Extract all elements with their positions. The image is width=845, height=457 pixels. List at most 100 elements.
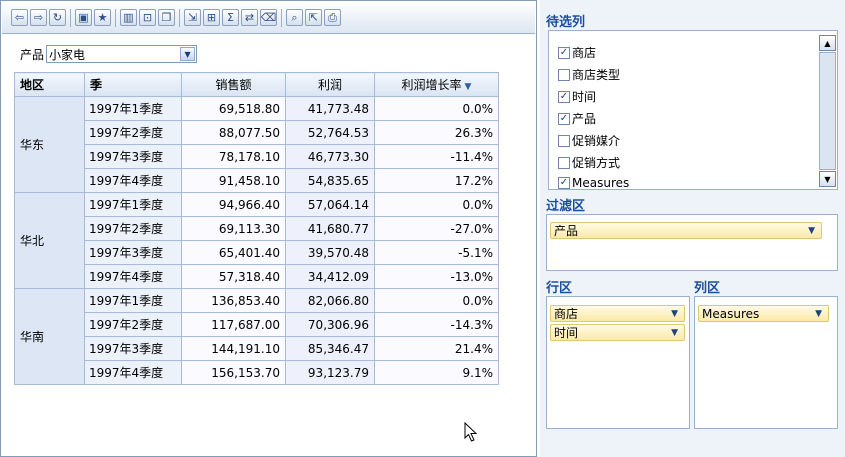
quarter-cell[interactable]: 1997年3季度 (84, 144, 182, 169)
export-icon[interactable]: ⇲ (184, 9, 201, 26)
quarter-cell[interactable]: 1997年2季度 (84, 216, 182, 241)
sales-cell: 144,191.10 (181, 336, 286, 361)
toolbar: ⇦ ⇨ ↻ ▣ ★ ▥ ⊡ ❐ ⇲ ⊞ Σ ⇄ ⌫ ⌕ ⇱ ⎙ (2, 2, 535, 34)
region-cell[interactable]: 华北 (14, 192, 85, 289)
growth-cell: 0.0% (374, 192, 499, 217)
chevron-down-icon[interactable]: ▼ (671, 309, 678, 319)
pivot-view-pane: ⇦ ⇨ ↻ ▣ ★ ▥ ⊡ ❐ ⇲ ⊞ Σ ⇄ ⌫ ⌕ ⇱ ⎙ 产品 小家电 ▼ 地区 季 销售额 利润 利润… (0, 0, 537, 457)
header-growth[interactable]: 利润增长率 ▼ (374, 72, 499, 97)
zone-chip[interactable]: 时间 ▼ (550, 324, 685, 341)
sales-cell: 69,113.30 (181, 216, 286, 241)
sort-desc-icon[interactable]: ▼ (465, 82, 472, 92)
scroll-up-icon[interactable]: ▲ (819, 35, 836, 51)
zone-chip[interactable]: 商店 ▼ (550, 305, 685, 322)
product-filter-select[interactable]: 小家电 ▼ (46, 45, 198, 63)
field-item[interactable]: ✓ Measures (558, 176, 629, 189)
growth-cell: 17.2% (374, 168, 499, 193)
region-cell[interactable]: 华东 (14, 96, 85, 193)
toolbar-separator (281, 8, 282, 27)
row-zone-title: 行区 (546, 281, 573, 296)
sales-cell: 156,153.70 (181, 360, 286, 385)
quarter-cell[interactable]: 1997年1季度 (84, 96, 182, 121)
profit-cell: 93,123.79 (285, 360, 375, 385)
table-row: 1997年2季度 69,113.30 41,680.77 -27.0% (15, 216, 499, 241)
field-item-label: 商店 (572, 46, 597, 60)
field-item[interactable]: ✓ 产品 (558, 110, 596, 127)
print-icon[interactable]: ⎙ (324, 9, 341, 26)
checkbox-checked-icon[interactable]: ✓ (558, 112, 570, 125)
quarter-cell[interactable]: 1997年4季度 (84, 360, 182, 385)
sales-cell: 136,853.40 (181, 288, 286, 313)
checkbox-checked-icon[interactable]: ✓ (558, 46, 570, 59)
zoom-frame-icon[interactable]: ⊡ (139, 9, 156, 26)
growth-cell: -13.0% (374, 264, 499, 289)
table-row: 华北 1997年1季度 94,966.40 57,064.14 0.0% (14, 192, 499, 289)
chevron-down-icon[interactable]: ▼ (180, 47, 196, 61)
quarter-cell[interactable]: 1997年2季度 (84, 312, 182, 337)
save-icon[interactable]: ▣ (75, 9, 92, 26)
quarter-cell[interactable]: 1997年4季度 (84, 264, 182, 289)
profit-cell: 39,570.48 (285, 240, 375, 265)
available-fields-list[interactable]: ✓ 商店 商店类型 ✓ 时间 ✓ 产品 促销媒介 促销方式 ✓ Measures ▲ ▼ (548, 30, 838, 190)
import-icon[interactable]: ⇱ (305, 9, 322, 26)
header-growth-label: 利润增长率 (401, 78, 462, 92)
field-item[interactable]: ✓ 时间 (558, 88, 596, 105)
checkbox-checked-icon[interactable]: ✓ (558, 90, 570, 103)
zone-chip-label: 商店 (554, 307, 579, 321)
zone-chip[interactable]: 产品 ▼ (550, 222, 822, 239)
growth-cell: -5.1% (374, 240, 499, 265)
sales-cell: 91,458.10 (181, 168, 286, 193)
col-zone-title: 列区 (694, 281, 721, 296)
refresh-icon[interactable]: ↻ (49, 9, 66, 26)
checkbox-checked-icon[interactable]: ✓ (558, 177, 570, 189)
col-zone[interactable]: Measures ▼ (694, 296, 838, 429)
checkbox-unchecked-icon[interactable] (558, 156, 570, 169)
chevron-down-icon[interactable]: ▼ (671, 328, 678, 338)
field-panel: 待选列 ✓ 商店 商店类型 ✓ 时间 ✓ 产品 促销媒介 促销方式 ✓ Measures ▲ ▼ 过… (540, 0, 845, 457)
bar-chart-icon[interactable]: ▥ (120, 9, 137, 26)
field-item[interactable]: 促销媒介 (558, 132, 620, 149)
filter-zone[interactable]: 产品 ▼ (546, 214, 838, 271)
quarter-cell[interactable]: 1997年1季度 (84, 192, 182, 217)
copy-icon[interactable]: ❐ (158, 9, 175, 26)
profit-cell: 41,680.77 (285, 216, 375, 241)
row-zone[interactable]: 商店 ▼ 时间 ▼ (546, 296, 690, 429)
quarter-cell[interactable]: 1997年3季度 (84, 336, 182, 361)
field-item[interactable]: ✓ 商店 (558, 44, 596, 61)
header-quarter[interactable]: 季 (84, 72, 182, 97)
chevron-down-icon[interactable]: ▼ (808, 226, 815, 236)
header-sales[interactable]: 销售额 (181, 72, 286, 97)
checkbox-unchecked-icon[interactable] (558, 134, 570, 147)
clear-icon[interactable]: ⌫ (260, 9, 277, 26)
sales-cell: 94,966.40 (181, 192, 286, 217)
field-item[interactable]: 促销方式 (558, 154, 620, 171)
search-icon[interactable]: ⌕ (286, 9, 303, 26)
profit-cell: 46,773.30 (285, 144, 375, 169)
profit-cell: 57,064.14 (285, 192, 375, 217)
star-icon[interactable]: ★ (94, 9, 111, 26)
checkbox-unchecked-icon[interactable] (558, 68, 570, 81)
scroll-down-icon[interactable]: ▼ (819, 171, 836, 187)
quarter-cell[interactable]: 1997年3季度 (84, 240, 182, 265)
drill-icon[interactable]: ⊞ (203, 9, 220, 26)
field-item-label: 时间 (572, 90, 597, 104)
filter-row: 产品 小家电 ▼ (20, 45, 198, 63)
header-profit[interactable]: 利润 (285, 72, 375, 97)
quarter-cell[interactable]: 1997年1季度 (84, 288, 182, 313)
field-list-scrollbar[interactable]: ▲ ▼ (819, 35, 837, 187)
sales-cell: 117,687.00 (181, 312, 286, 337)
arrow-right-icon[interactable]: ⇨ (30, 9, 47, 26)
quarter-cell[interactable]: 1997年4季度 (84, 168, 182, 193)
table-row: 1997年2季度 88,077.50 52,764.53 26.3% (15, 120, 499, 145)
region-cell[interactable]: 华南 (14, 288, 85, 385)
field-item[interactable]: 商店类型 (558, 66, 620, 83)
arrow-left-icon[interactable]: ⇦ (11, 9, 28, 26)
quarter-cell[interactable]: 1997年2季度 (84, 120, 182, 145)
sum-icon[interactable]: Σ (222, 9, 239, 26)
zone-chip[interactable]: Measures ▼ (698, 305, 829, 322)
header-region[interactable]: 地区 (14, 72, 85, 97)
swap-icon[interactable]: ⇄ (241, 9, 258, 26)
sales-cell: 65,401.40 (181, 240, 286, 265)
scrollbar-track[interactable] (819, 52, 836, 170)
chevron-down-icon[interactable]: ▼ (815, 309, 822, 319)
